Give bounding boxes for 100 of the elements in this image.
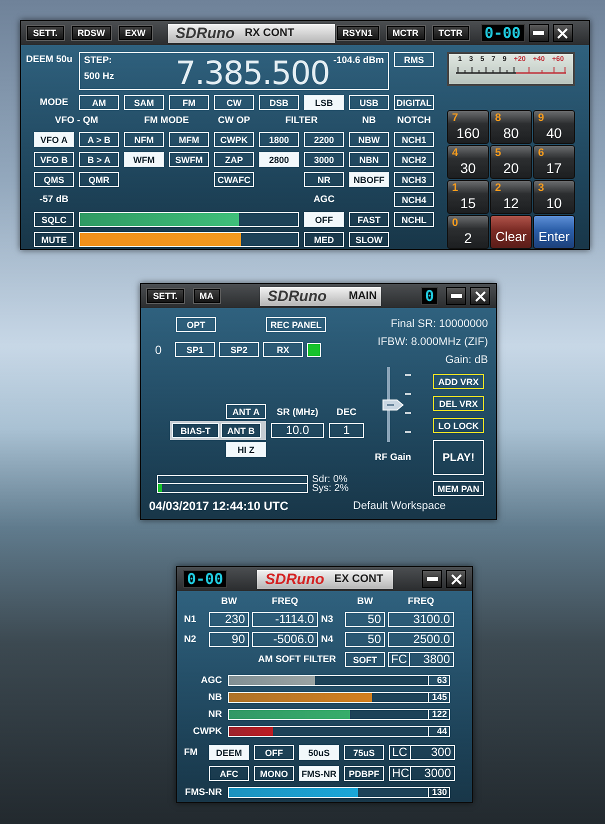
bandwidth-field[interactable]: 50 <box>345 632 385 647</box>
value-field[interactable]: 300 <box>411 745 455 760</box>
vfo-button[interactable]: VFO B <box>34 152 74 167</box>
band-key[interactable]: 5 20 <box>490 145 532 179</box>
mode-button[interactable]: DSB <box>259 95 299 110</box>
fm-option-button[interactable]: PDBPF <box>344 766 384 781</box>
filter-button[interactable]: 2800 <box>259 152 299 167</box>
slider-track[interactable] <box>228 692 429 703</box>
frequency-field[interactable]: -5006.0 <box>252 632 318 647</box>
frequency-field[interactable]: 2500.0 <box>388 632 454 647</box>
panel-button[interactable]: RX <box>263 342 303 357</box>
notch-button[interactable]: NCH1 <box>394 132 434 147</box>
title-button[interactable]: MCTR <box>386 26 425 40</box>
minimize-button[interactable] <box>446 287 466 305</box>
antenna-button[interactable]: HI Z <box>226 442 266 457</box>
close-button[interactable] <box>446 570 466 588</box>
minimize-button[interactable] <box>528 24 549 42</box>
slider-track[interactable] <box>228 787 429 798</box>
value-field[interactable]: 3000 <box>411 766 455 781</box>
mode-button[interactable]: USB <box>349 95 389 110</box>
band-key[interactable]: 0 2 <box>447 215 489 249</box>
title-button[interactable]: SETT. <box>27 26 64 40</box>
fm-mode-button[interactable]: SWFM <box>169 152 209 167</box>
mode-button[interactable]: CW <box>214 95 254 110</box>
frequency-field[interactable]: -1114.0 <box>252 612 318 627</box>
notch-button[interactable]: NCHL <box>394 212 434 227</box>
slider-thumb[interactable] <box>382 398 404 410</box>
rms-button[interactable]: RMS <box>394 52 434 67</box>
play-button[interactable]: PLAY! <box>433 440 484 475</box>
vfo-button[interactable]: QMR <box>79 172 119 187</box>
mode-button[interactable]: AM <box>79 95 119 110</box>
fm-mode-button[interactable]: WFM <box>124 152 164 167</box>
soft-button[interactable]: SOFT <box>345 652 385 667</box>
enter-button[interactable]: Enter <box>533 215 575 249</box>
noise-blanker-button[interactable]: NBOFF <box>349 172 389 187</box>
band-key[interactable]: 9 40 <box>533 110 575 144</box>
title-button[interactable]: SETT. <box>147 289 184 303</box>
minimize-button[interactable] <box>422 570 442 588</box>
fm-option-button[interactable]: 75uS <box>344 745 384 760</box>
antenna-button[interactable]: ANT A <box>226 404 266 419</box>
cw-button[interactable]: ZAP <box>214 152 254 167</box>
slider-track[interactable] <box>228 726 429 737</box>
notch-button[interactable]: NCH4 <box>394 192 434 207</box>
mem-pan-button[interactable]: MEM PAN <box>433 481 484 496</box>
title-button[interactable]: RDSW <box>72 26 112 40</box>
vfo-button[interactable]: QMS <box>34 172 74 187</box>
mode-button[interactable]: FM <box>169 95 209 110</box>
title-button[interactable]: MA <box>194 289 220 303</box>
title-button[interactable]: RSYN1 <box>336 26 379 40</box>
band-key[interactable]: 6 17 <box>533 145 575 179</box>
vrx-button[interactable]: ADD VRX <box>433 374 484 389</box>
fm-option-button[interactable]: FMS-NR <box>299 766 339 781</box>
agc-button[interactable]: FAST <box>349 212 389 227</box>
filter-button[interactable]: 3000 <box>304 152 344 167</box>
band-key[interactable]: 3 10 <box>533 180 575 214</box>
band-key[interactable]: 1 15 <box>447 180 489 214</box>
bandwidth-field[interactable]: 50 <box>345 612 385 627</box>
slider-track[interactable] <box>228 675 429 686</box>
panel-button[interactable]: SP1 <box>175 342 215 357</box>
squelch-button[interactable]: SQLC <box>34 212 74 227</box>
mute-level-track[interactable] <box>79 232 299 247</box>
noise-blanker-button[interactable]: NBN <box>349 152 389 167</box>
mute-button[interactable]: MUTE <box>34 232 74 247</box>
fm-mode-button[interactable]: MFM <box>169 132 209 147</box>
antenna-button[interactable]: ANT B <box>221 423 261 438</box>
cw-button[interactable]: CWAFC <box>214 172 254 187</box>
vfo-button[interactable]: A > B <box>79 132 119 147</box>
slider-track[interactable] <box>228 709 429 720</box>
agc-button[interactable]: SLOW <box>349 232 389 247</box>
band-key[interactable]: 2 12 <box>490 180 532 214</box>
agc-button[interactable]: MED <box>304 232 344 247</box>
title-button[interactable]: EXW <box>119 26 152 40</box>
fm-option-button[interactable]: AFC <box>209 766 249 781</box>
mode-button[interactable]: LSB <box>304 95 344 110</box>
agc-button[interactable]: OFF <box>304 212 344 227</box>
bandwidth-field[interactable]: 90 <box>209 632 249 647</box>
clear-button[interactable]: Clear <box>490 215 532 249</box>
notch-button[interactable]: NCH2 <box>394 152 434 167</box>
decimation-field[interactable]: 1 <box>329 423 364 438</box>
band-key[interactable]: 4 30 <box>447 145 489 179</box>
close-button[interactable] <box>552 24 573 42</box>
noise-blanker-button[interactable]: NBW <box>349 132 389 147</box>
panel-button[interactable]: SP2 <box>219 342 259 357</box>
mode-button[interactable]: SAM <box>124 95 164 110</box>
fm-mode-button[interactable]: NFM <box>124 132 164 147</box>
fm-option-button[interactable]: DEEM <box>209 745 249 760</box>
sample-rate-field[interactable]: 10.0 <box>271 423 324 438</box>
filter-button[interactable]: 1800 <box>259 132 299 147</box>
fm-option-button[interactable]: 50uS <box>299 745 339 760</box>
mode-button[interactable]: DIGITAL <box>394 95 434 110</box>
squelch-level-track[interactable] <box>79 212 299 227</box>
vrx-button[interactable]: DEL VRX <box>433 396 484 411</box>
cw-button[interactable]: CWPK <box>214 132 254 147</box>
vrx-button[interactable]: LO LOCK <box>433 418 484 433</box>
bandwidth-field[interactable]: 230 <box>209 612 249 627</box>
fm-option-button[interactable]: MONO <box>254 766 294 781</box>
vfo-button[interactable]: VFO A <box>34 132 74 147</box>
opt-button[interactable]: OPT <box>176 317 216 332</box>
filter-button[interactable]: 2200 <box>304 132 344 147</box>
fm-option-button[interactable]: OFF <box>254 745 294 760</box>
